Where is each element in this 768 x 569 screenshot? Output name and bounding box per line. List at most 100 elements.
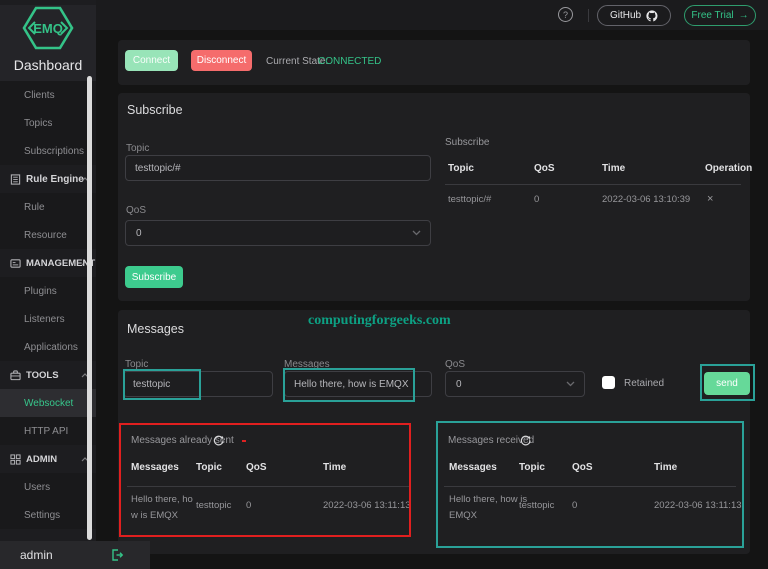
subscription-row-time: 2022-03-06 13:10:39 [602, 194, 691, 205]
sidebar-item-subscriptions[interactable]: Subscriptions [0, 137, 96, 165]
col-header-operation: Operation [705, 163, 753, 174]
chevron-down-icon [412, 230, 421, 236]
message-body-label: Messages [284, 359, 330, 370]
refresh-icon[interactable] [213, 435, 224, 446]
sidebar-item-label: Users [24, 481, 51, 493]
help-icon[interactable]: ? [558, 7, 573, 22]
sidebar-item-applications[interactable]: Applications [0, 333, 96, 361]
col-header-time: Time [323, 462, 347, 473]
sidebar-item-label: Applications [24, 341, 78, 353]
sidebar-group-tools[interactable]: TOOLS [0, 361, 96, 389]
sidebar-item-label: Plugins [24, 285, 57, 297]
logout-icon[interactable] [110, 548, 124, 562]
sidebar-item-clients[interactable]: Clients [0, 81, 96, 109]
sidebar-item-label: Settings [24, 509, 61, 521]
subscribe-qos-label: QoS [126, 205, 147, 216]
message-body-input[interactable] [284, 371, 432, 397]
topbar: ? GitHub Free Trial → [96, 0, 768, 30]
sidebar-item-label: Subscriptions [24, 145, 85, 157]
free-trial-label: Free Trial [691, 10, 734, 21]
messages-card: computingforgeeks.com Messages Topic Mes… [118, 310, 755, 554]
sidebar-group-label: Rule Engine [26, 173, 84, 185]
received-row-time: 2022-03-06 13:11:13 [654, 500, 742, 511]
col-header-topic: Topic [519, 462, 545, 473]
sidebar-item-label: Resource [24, 229, 67, 241]
current-state-value: CONNECTED [318, 56, 382, 67]
sidebar-item-rule[interactable]: Rule [0, 193, 96, 221]
message-topic-label: Topic [125, 359, 149, 370]
sidebar-item-settings[interactable]: Settings [0, 501, 96, 529]
emqx-dashboard-screen: ? GitHub Free Trial → EMQ Dashboard Clie… [0, 0, 768, 569]
subscribe-qos-value: 0 [136, 227, 142, 239]
unsubscribe-close-icon[interactable]: × [707, 193, 713, 205]
watermark-text: computingforgeeks.com [308, 313, 451, 328]
subscribe-qos-select[interactable]: 0 [125, 220, 431, 246]
subscribe-button[interactable]: Subscribe [125, 266, 183, 288]
user-footer[interactable]: admin [0, 541, 150, 569]
col-header-time: Time [602, 163, 626, 174]
arrow-right-icon: → [738, 10, 749, 21]
app-title: Dashboard [13, 57, 83, 73]
subscribe-card: Subscribe Topic QoS 0 Subscribe Subscrib… [118, 93, 753, 301]
send-button[interactable]: send [704, 372, 750, 395]
sidebar-item-label: Listeners [24, 313, 65, 325]
message-qos-select[interactable]: 0 [445, 371, 585, 397]
sidebar-scrollbar[interactable] [87, 76, 92, 540]
sent-row-topic: testtopic [196, 500, 232, 511]
username: admin [20, 548, 53, 562]
sidebar-group-admin[interactable]: ADMIN [0, 445, 96, 473]
sidebar-group-management[interactable]: MANAGEMENT [0, 249, 96, 277]
rule-engine-icon [10, 173, 21, 185]
retained-label: Retained [624, 378, 665, 389]
sidebar-item-http-api[interactable]: HTTP API [0, 417, 96, 445]
received-row-qos: 0 [572, 500, 578, 511]
col-header-topic: Topic [448, 163, 474, 174]
tools-icon [10, 369, 21, 381]
sidebar-item-websocket[interactable]: Websocket [0, 389, 96, 417]
subscribe-topic-label: Topic [126, 143, 150, 154]
disconnect-button[interactable]: Disconnect [191, 50, 252, 71]
refresh-icon[interactable] [520, 435, 531, 446]
svg-text:EMQ: EMQ [33, 21, 63, 36]
table-divider [127, 486, 411, 487]
sidebar-item-label: HTTP API [24, 425, 69, 437]
sidebar-group-label: TOOLS [26, 369, 59, 381]
sidebar-item-users[interactable]: Users [0, 473, 96, 501]
col-header-messages: Messages [131, 462, 179, 473]
sidebar-header: EMQ Dashboard [0, 5, 96, 81]
management-icon [10, 258, 21, 269]
sent-row-qos: 0 [246, 500, 252, 511]
sidebar-nav: Clients Topics Subscriptions Rule Engine… [0, 81, 96, 529]
sent-row-time: 2022-03-06 13:11:13 [323, 500, 411, 511]
github-button-label: GitHub [609, 10, 642, 21]
subscription-row-topic: testtopic/# [448, 194, 492, 205]
emq-logo-icon: EMQ [0, 5, 96, 56]
chevron-down-icon [566, 381, 575, 387]
subscribe-card-title: Subscribe [127, 103, 183, 117]
subscription-row-qos: 0 [534, 194, 540, 205]
connection-card: Connect Disconnect Current State: CONNEC… [118, 40, 750, 85]
message-topic-input[interactable] [123, 371, 273, 397]
received-row-topic: testtopic [519, 500, 555, 511]
sidebar-item-topics[interactable]: Topics [0, 109, 96, 137]
message-qos-label: QoS [445, 359, 466, 370]
connect-button[interactable]: Connect [125, 50, 178, 71]
sidebar-item-listeners[interactable]: Listeners [0, 305, 96, 333]
github-icon [646, 9, 658, 22]
admin-icon [10, 453, 21, 465]
sidebar-group-rule-engine[interactable]: Rule Engine [0, 165, 96, 193]
sidebar-item-plugins[interactable]: Plugins [0, 277, 96, 305]
free-trial-button[interactable]: Free Trial → [684, 5, 756, 26]
retained-checkbox[interactable] [602, 376, 615, 389]
topbar-divider [588, 9, 589, 22]
github-button[interactable]: GitHub [597, 5, 671, 26]
annotation-dot [242, 440, 246, 442]
sidebar-item-resource[interactable]: Resource [0, 221, 96, 249]
subscriptions-table-caption: Subscribe [445, 137, 490, 148]
col-header-topic: Topic [196, 462, 222, 473]
subscribe-topic-input[interactable] [125, 155, 431, 181]
messages-card-title: Messages [127, 322, 184, 336]
sidebar-group-label: ADMIN [26, 453, 58, 465]
col-header-qos: QoS [246, 462, 267, 473]
table-divider [444, 486, 736, 487]
